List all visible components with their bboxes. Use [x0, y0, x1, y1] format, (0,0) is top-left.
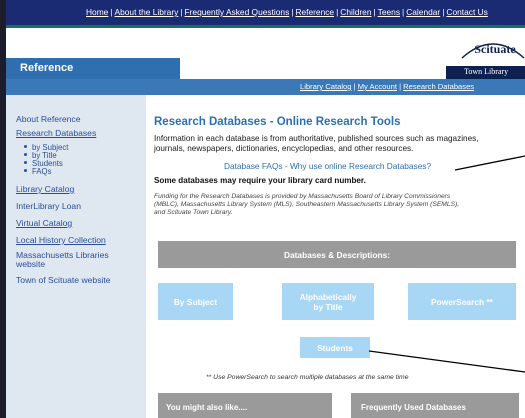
might-also-like-header: You might also like....	[158, 393, 332, 418]
section-tab: Reference	[6, 58, 180, 79]
sidebar-item-town-website[interactable]: Town of Scituate website	[16, 275, 111, 285]
students-button[interactable]: Students	[300, 337, 370, 358]
bullet-icon	[24, 169, 27, 172]
nav-about-link[interactable]: About the Library	[115, 7, 179, 17]
nav-calendar-link[interactable]: Calendar	[406, 7, 440, 17]
nav-home-link[interactable]: Home	[86, 7, 108, 17]
page: Home | About the Library | Frequently Asked …	[6, 0, 525, 418]
funding-note: Funding for the Research Databases is pr…	[154, 193, 460, 216]
logo-text: Scituate	[474, 42, 516, 56]
sidebar-item-virtual-catalog[interactable]: Virtual Catalog	[16, 218, 72, 228]
sub-nav: Library Catalog | My Account | Research …	[300, 82, 475, 91]
page-title: Research Databases - Online Research Too…	[154, 116, 401, 128]
intro-text: Information in each database is from aut…	[154, 134, 479, 153]
sidebar-subitem[interactable]: FAQs	[24, 167, 52, 176]
databases-header: Databases & Descriptions:	[158, 241, 516, 268]
bullet-icon	[24, 161, 27, 164]
library-card-note: Some databases may require your library …	[154, 176, 366, 185]
main-content: Research Databases - Online Research Too…	[146, 95, 525, 418]
by-subject-button[interactable]: By Subject	[158, 283, 233, 320]
sidebar: About Reference Research Databases by Su…	[6, 95, 146, 418]
top-nav: Home | About the Library | Frequently Asked …	[86, 7, 488, 17]
sidebar-item-research-databases[interactable]: Research Databases	[16, 128, 96, 138]
frequently-used-header: Frequently Used Databases	[351, 393, 519, 418]
sidebar-item-about-reference[interactable]: About Reference	[16, 114, 81, 124]
sidebar-item-interlibrary-loan[interactable]: InterLibrary Loan	[16, 201, 81, 211]
nav-children-link[interactable]: Children	[340, 7, 371, 17]
powersearch-button[interactable]: PowerSearch **	[408, 283, 516, 320]
top-nav-bar: Home | About the Library | Frequently Asked …	[6, 0, 525, 28]
sidebar-item-local-history[interactable]: Local History Collection	[16, 235, 106, 245]
sub-nav-bar: Library Catalog | My Account | Research …	[6, 79, 525, 95]
research-databases-link[interactable]: Research Databases	[403, 82, 474, 91]
my-account-link[interactable]: My Account	[358, 82, 397, 91]
window-frame: Home | About the Library | Frequently Asked …	[0, 0, 525, 418]
nav-reference-link[interactable]: Reference	[295, 7, 334, 17]
nav-faq-link[interactable]: Frequently Asked Questions	[185, 7, 290, 17]
bullet-icon	[24, 145, 27, 148]
powersearch-note: ** Use PowerSearch to search multiple da…	[206, 374, 409, 381]
bullet-icon	[24, 153, 27, 156]
library-catalog-link[interactable]: Library Catalog	[300, 82, 352, 91]
nav-teens-link[interactable]: Teens	[378, 7, 400, 17]
nav-contact-link[interactable]: Contact Us	[446, 7, 487, 17]
alphabetical-button[interactable]: Alphabetically by Title	[282, 283, 374, 320]
database-faq-link[interactable]: Database FAQs - Why use online Research …	[224, 161, 431, 171]
sidebar-item-library-catalog[interactable]: Library Catalog	[16, 184, 74, 194]
sidebar-item-mass-libraries-2[interactable]: website	[16, 259, 45, 269]
logo-band: Town Library	[446, 66, 525, 79]
